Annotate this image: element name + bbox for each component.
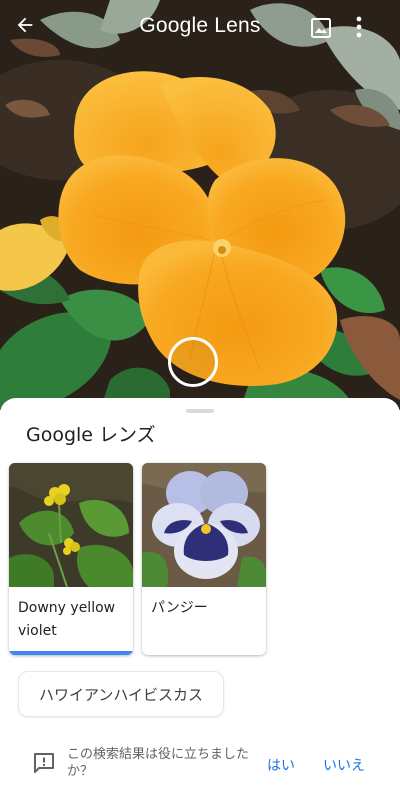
app-title: Google Lens <box>139 14 261 37</box>
feedback-no-button[interactable]: いいえ <box>323 755 365 775</box>
more-options-button[interactable] <box>356 16 380 46</box>
feedback-yes-button[interactable]: はい <box>267 755 295 775</box>
shutter-button[interactable] <box>168 337 218 387</box>
result-card-pansy[interactable]: パンジー <box>142 463 266 655</box>
result-card-label: Downy yellow violet <box>18 600 116 639</box>
camera-preview: Google Lens <box>0 0 400 410</box>
sheet-drag-handle[interactable] <box>186 409 214 413</box>
result-card-downy-yellow-violet[interactable]: Downy yellow violet <box>9 463 133 655</box>
image-gallery-icon <box>311 18 331 38</box>
sheet-title: Google レンズ <box>26 424 156 446</box>
downy-yellow-violet-thumbnail <box>9 463 133 587</box>
top-app-bar: Google Lens <box>0 0 400 60</box>
more-vert-icon <box>356 16 362 38</box>
image-gallery-button[interactable] <box>309 16 339 46</box>
results-sheet: Google レンズ Downy yellow violet パンジー ハワイア… <box>0 398 400 800</box>
suggestion-chip[interactable]: ハワイアンハイビスカス <box>18 671 224 717</box>
feedback-icon <box>34 753 54 773</box>
feedback-question: この検索結果は役に立ちましたか？ <box>67 747 250 779</box>
selected-indicator <box>9 651 133 655</box>
pansy-thumbnail <box>142 463 266 587</box>
result-card-label: パンジー <box>151 600 208 616</box>
